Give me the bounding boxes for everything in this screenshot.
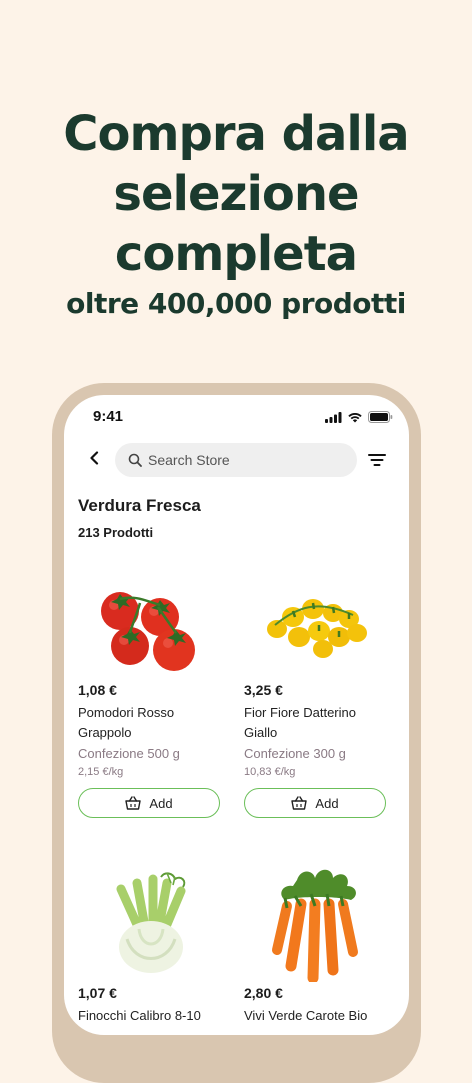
hero-title-line-2: selezione	[113, 166, 359, 222]
basket-icon	[125, 796, 142, 810]
category-count: 213 Prodotti	[78, 525, 154, 540]
status-bar: 9:41	[64, 395, 409, 439]
product-card[interactable]: 1,08 € Pomodori Rosso Grappolo Confezione…	[78, 572, 223, 818]
add-to-cart-button[interactable]: Add	[244, 788, 386, 818]
product-card[interactable]: 2,80 € Vivi Verde Carote Bio	[244, 863, 389, 1026]
product-price: 1,07 €	[78, 985, 117, 1001]
hero-subtitle: oltre 400,000 prodotti	[66, 287, 406, 320]
battery-icon	[368, 411, 393, 423]
product-image-carrots	[244, 863, 389, 985]
product-name-line-2: Giallo	[244, 725, 278, 740]
product-name: Fior Fiore Datterino Giallo	[244, 703, 389, 743]
signal-icon	[325, 411, 342, 423]
search-input[interactable]	[148, 452, 338, 468]
product-card[interactable]: 1,07 € Finocchi Calibro 8-10	[78, 863, 223, 1026]
back-button[interactable]	[84, 447, 106, 469]
status-time: 9:41	[93, 408, 124, 425]
category-title: Verdura Fresca	[78, 496, 201, 515]
basket-icon	[291, 796, 308, 810]
product-price: 1,08 €	[78, 682, 117, 698]
product-image-tomatoes-yellow	[244, 572, 389, 682]
filter-button[interactable]	[366, 449, 388, 471]
product-price: 2,80 €	[244, 985, 283, 1001]
hero-title-line-3: completa	[114, 226, 358, 282]
product-price: 3,25 €	[244, 682, 283, 698]
hero-section: Compra dalla selezione completa oltre 40…	[0, 104, 472, 324]
product-pack-size: Confezione 300 g	[244, 746, 346, 761]
product-image-tomatoes-red	[78, 572, 223, 682]
product-name: Vivi Verde Carote Bio	[244, 1008, 368, 1023]
search-bar[interactable]	[115, 443, 357, 477]
filter-icon	[368, 454, 386, 466]
product-unit-price: 2,15 €/kg	[78, 766, 124, 778]
product-card[interactable]: 3,25 € Fior Fiore Datterino Giallo Confez…	[244, 572, 389, 818]
add-button-label: Add	[149, 795, 173, 811]
product-name-line-2: Grappolo	[78, 725, 132, 740]
product-image-fennel	[78, 863, 223, 985]
product-name: Pomodori Rosso Grappolo	[78, 703, 223, 743]
product-unit-price: 10,83 €/kg	[244, 766, 296, 778]
chevron-left-icon	[90, 451, 99, 465]
hero-title-line-1: Compra dalla	[63, 106, 409, 162]
search-icon	[128, 453, 142, 467]
store-header	[64, 441, 409, 481]
phone-screen: 9:41 Verdura Fresca 213 Prodotti	[64, 395, 409, 1035]
product-name-line-1: Fior Fiore Datterino	[244, 705, 356, 720]
product-pack-size: Confezione 500 g	[78, 746, 180, 761]
status-icons	[325, 411, 393, 423]
product-name-line-1: Pomodori Rosso	[78, 705, 175, 720]
add-to-cart-button[interactable]: Add	[78, 788, 220, 818]
wifi-icon	[348, 412, 362, 422]
product-name: Finocchi Calibro 8-10	[78, 1008, 201, 1023]
add-button-label: Add	[315, 795, 339, 811]
